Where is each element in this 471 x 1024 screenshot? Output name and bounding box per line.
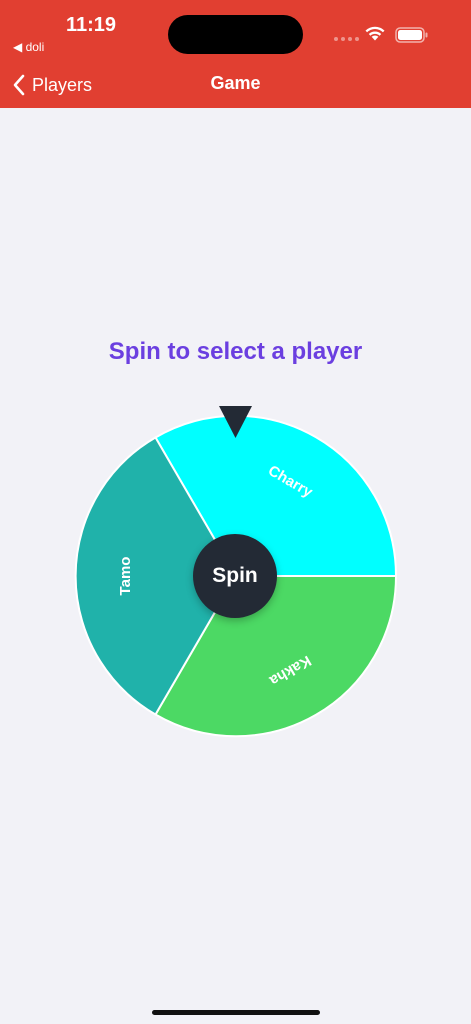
home-indicator <box>152 1010 320 1015</box>
spin-prompt: Spin to select a player <box>108 338 363 365</box>
wifi-icon <box>365 26 385 41</box>
wheel-label-tamo: Tamo <box>117 557 134 596</box>
back-to-app-link[interactable]: ◀ doli <box>13 40 44 54</box>
header-bar: 11:19 ◀ doli Players Game <box>0 0 471 108</box>
status-time: 11:19 <box>66 14 117 36</box>
dynamic-island <box>168 15 303 54</box>
battery-icon <box>395 27 428 43</box>
page-title: Game <box>210 73 261 93</box>
spin-button[interactable]: Spin <box>193 534 277 618</box>
cellular-signal-icon <box>334 37 359 41</box>
wheel-pointer-icon <box>219 406 252 438</box>
